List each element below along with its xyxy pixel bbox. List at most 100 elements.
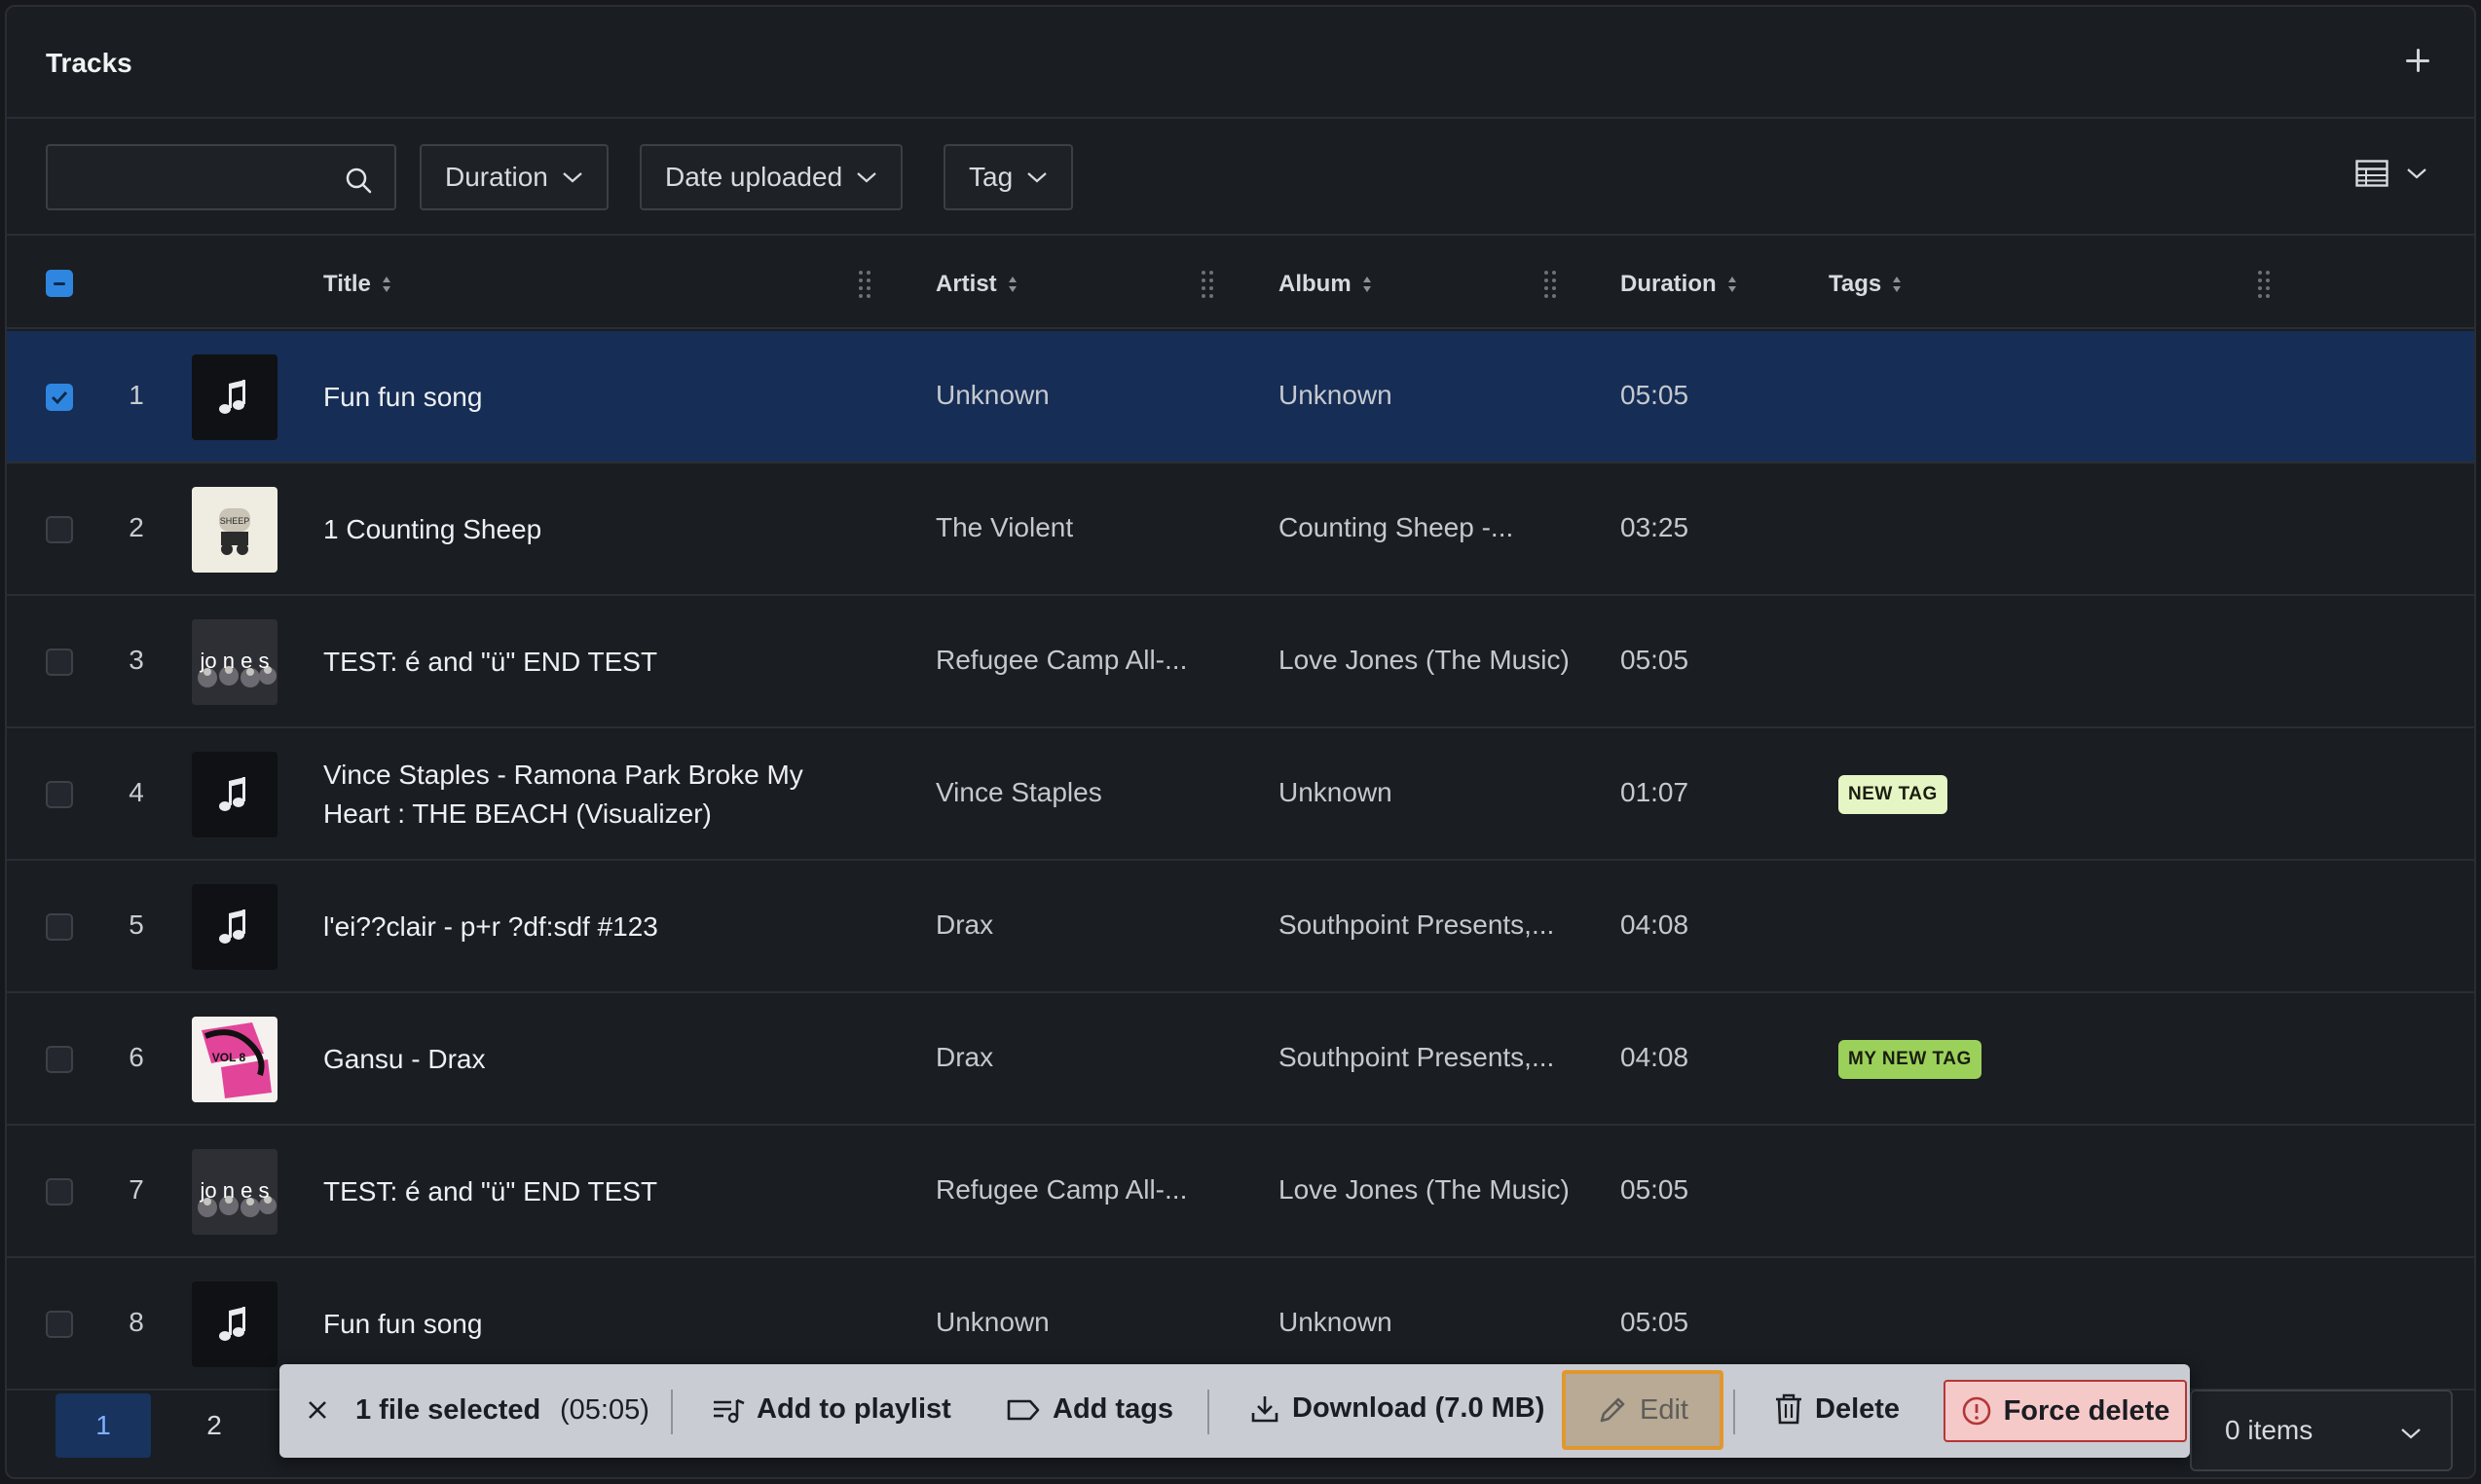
track-duration: 04:08 (1620, 1042, 1689, 1072)
column-resize-grip-icon[interactable] (2257, 269, 2271, 298)
row-number: 1 (129, 380, 144, 410)
search-icon (346, 167, 372, 194)
row-checkbox[interactable] (46, 913, 73, 941)
page-title: Tracks (46, 48, 132, 78)
column-album[interactable]: Album (1278, 271, 1373, 298)
checkmark-icon (51, 390, 68, 405)
track-title[interactable]: Vince Staples - Ramona Park Broke My Hea… (323, 756, 869, 834)
track-duration: 05:05 (1620, 1307, 1689, 1337)
row-number: 4 (129, 777, 144, 807)
sort-icon (1893, 277, 1902, 292)
edit-button[interactable]: Edit (1562, 1370, 1723, 1450)
track-album: Unknown (1278, 1307, 1392, 1337)
track-album: Southpoint Presents,... (1278, 1042, 1555, 1072)
row-checkbox[interactable] (46, 384, 73, 411)
sort-icon (1362, 277, 1371, 292)
selection-duration: (05:05) (560, 1394, 649, 1426)
row-number: 5 (129, 909, 144, 940)
row-checkbox[interactable] (46, 649, 73, 676)
column-duration-label: Duration (1620, 271, 1717, 297)
pencil-icon (1600, 1397, 1625, 1423)
row-checkbox[interactable] (46, 1311, 73, 1338)
track-album: Love Jones (The Music) (1278, 645, 1570, 675)
tag-filter[interactable]: Tag (944, 144, 1074, 210)
playlist-add-icon (714, 1398, 745, 1423)
table-row[interactable]: 2 SHEEP 1 Counting Sheep The Violent Countin… (7, 464, 2474, 596)
track-duration: 01:07 (1620, 777, 1689, 807)
row-checkbox[interactable] (46, 781, 73, 808)
row-number: 8 (129, 1307, 144, 1337)
track-title[interactable]: 1 Counting Sheep (323, 510, 869, 549)
column-resize-grip-icon[interactable] (858, 269, 871, 298)
table-header: Title Artist Album Duration Tags (7, 238, 2474, 329)
music-note-icon (192, 1281, 278, 1367)
close-icon[interactable] (305, 1397, 330, 1423)
add-to-playlist-label: Add to playlist (757, 1393, 951, 1425)
search-input[interactable] (46, 144, 396, 210)
track-title[interactable]: Fun fun song (323, 378, 869, 417)
add-track-icon[interactable] (2398, 41, 2437, 80)
sort-icon (382, 277, 390, 292)
selection-action-bar: 1 file selected (05:05) Add to playlist … (279, 1364, 2190, 1458)
items-per-page-select[interactable]: 0 items (2190, 1390, 2453, 1471)
column-duration[interactable]: Duration (1620, 271, 1738, 298)
selection-count: 1 file selected (355, 1394, 541, 1426)
select-all-checkbox[interactable] (46, 270, 73, 297)
table-row[interactable]: 3 jo n e s TEST: é and "ü" END TEST Refugee… (7, 596, 2474, 728)
duration-filter[interactable]: Duration (420, 144, 609, 210)
table-row[interactable]: 4 Vince Staples - Ramona Park Broke My He… (7, 728, 2474, 861)
track-duration: 04:08 (1620, 909, 1689, 940)
add-tags-button[interactable]: Add tags (1006, 1393, 1173, 1426)
music-note-icon (192, 354, 278, 440)
tracks-panel: Tracks Duration Date uploaded Tag Title … (5, 5, 2476, 1479)
track-artist: Vince Staples (936, 777, 1102, 807)
table-row[interactable]: 7 jo n e s TEST: é and "ü" END TEST Refugee… (7, 1126, 2474, 1258)
alert-circle-icon (1962, 1396, 1990, 1426)
divider (671, 1390, 673, 1434)
column-artist[interactable]: Artist (936, 271, 1018, 298)
music-note-icon (192, 884, 278, 970)
date-filter-label: Date uploaded (665, 162, 843, 192)
track-title[interactable]: Fun fun song (323, 1305, 869, 1344)
column-resize-grip-icon[interactable] (1201, 269, 1214, 298)
track-title[interactable]: TEST: é and "ü" END TEST (323, 643, 869, 682)
track-title[interactable]: TEST: é and "ü" END TEST (323, 1172, 869, 1211)
row-checkbox[interactable] (46, 1046, 73, 1073)
tag-badge[interactable]: MY NEW TAG (1838, 1040, 1981, 1079)
items-per-page-label: 0 items (2225, 1415, 2314, 1445)
view-toggle[interactable] (2355, 160, 2427, 187)
album-artwork: VOL 8 (192, 1017, 278, 1102)
track-artist: Drax (936, 1042, 994, 1072)
row-checkbox[interactable] (46, 516, 73, 543)
track-title[interactable]: Gansu - Drax (323, 1040, 869, 1079)
panel-header: Tracks (7, 7, 2474, 119)
page-1-button[interactable]: 1 (56, 1393, 151, 1458)
column-tags[interactable]: Tags (1829, 271, 1903, 298)
table-row[interactable]: 1 Fun fun song Unknown Unknown 05:05 (7, 331, 2474, 464)
date-uploaded-filter[interactable]: Date uploaded (640, 144, 904, 210)
column-resize-grip-icon[interactable] (1543, 269, 1557, 298)
delete-button[interactable]: Delete (1774, 1392, 1900, 1426)
column-title[interactable]: Title (323, 271, 392, 298)
sort-icon (1008, 277, 1017, 292)
table-row[interactable]: 6 VOL 8 Gansu - Drax Drax Southpoint Present… (7, 993, 2474, 1126)
filter-bar: Duration Date uploaded Tag (7, 121, 2474, 236)
add-to-playlist-button[interactable]: Add to playlist (712, 1393, 951, 1426)
track-artist: The Violent (936, 512, 1074, 542)
track-artist: Refugee Camp All-... (936, 1174, 1188, 1205)
force-delete-button[interactable]: Force delete (1944, 1380, 2187, 1442)
delete-label: Delete (1815, 1392, 1901, 1425)
track-title[interactable]: l'ei??clair - p+r ?df:sdf #123 (323, 908, 869, 946)
column-tags-label: Tags (1829, 271, 1882, 297)
tag-badge[interactable]: NEW TAG (1838, 775, 1947, 814)
download-button[interactable]: Download (7.0 MB) (1249, 1392, 1544, 1425)
table-row[interactable]: 5 l'ei??clair - p+r ?df:sdf #123 Drax South… (7, 861, 2474, 993)
page-2-button[interactable]: 2 (167, 1393, 262, 1458)
row-number: 7 (129, 1174, 144, 1205)
row-checkbox[interactable] (46, 1178, 73, 1206)
column-title-label: Title (323, 271, 371, 297)
force-delete-label: Force delete (2003, 1394, 2170, 1427)
track-artist: Unknown (936, 1307, 1050, 1337)
trash-icon (1776, 1393, 1801, 1425)
music-note-icon (192, 752, 278, 837)
